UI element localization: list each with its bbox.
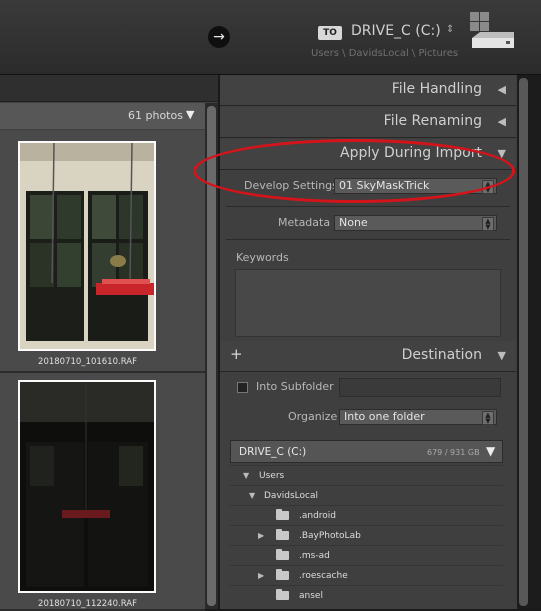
metadata-dropdown[interactable]: None ▲ ▼ [334,215,497,231]
file-renaming-title: File Renaming [383,113,482,129]
add-folder-plus-icon[interactable]: + [230,345,243,363]
highlight-ellipse-annotation [193,139,515,203]
settings-scrollbar-thumb[interactable] [519,78,528,606]
tree-item-label: Users [259,471,285,481]
divider [226,239,510,240]
grid-toolbar [0,75,218,102]
to-badge: TO [318,26,342,40]
destination-path: Users \ DavidsLocal \ Pictures [311,48,459,59]
organize-dropdown[interactable]: Into one folder ▲ ▼ [339,409,497,425]
tree-item-label: .ms-ad [299,551,330,561]
photo-cell[interactable]: 20180710_101610.RAF [0,130,205,373]
tree-item-android[interactable]: .android [230,505,503,526]
tree-item-bayphotolab[interactable]: ▶ .BayPhotoLab [230,525,503,546]
folder-icon [276,569,289,580]
tree-item-label: DavidsLocal [264,491,318,501]
destination-header[interactable]: + Destination ▼ [220,341,516,372]
tree-item-label: ansel [299,591,323,601]
forward-arrow-icon[interactable]: → [208,26,230,48]
collapse-arrow-icon[interactable]: ◀ [498,115,506,128]
destination-drive-name[interactable]: DRIVE_C (C:) [351,23,441,39]
subfolder-name-input[interactable] [339,378,501,397]
tree-item-ms-ad[interactable]: .ms-ad [230,545,503,566]
drive-menu-arrow-icon[interactable]: ▼ [486,444,495,458]
into-subfolder-checkbox[interactable] [237,382,248,393]
dropdown-arrows-icon: ▲ ▼ [482,217,494,231]
file-handling-title: File Handling [391,81,482,97]
folder-icon [276,529,289,540]
hard-drive-icon [470,12,514,48]
photo-filename: 20180710_112240.RAF [38,599,137,609]
tree-expander-icon[interactable]: ▶ [258,531,264,540]
sort-menu-arrow-icon[interactable]: ▼ [186,108,194,121]
photo-thumbnail[interactable] [18,380,156,593]
tree-expander-icon[interactable]: ▼ [243,471,249,480]
metadata-label: Metadata [278,216,331,229]
tree-item-davidslocal[interactable]: ▼ DavidsLocal [230,485,503,506]
destination-title: Destination [401,347,482,363]
photo-hummingbird-feeder-dusk [20,382,154,591]
photo-hummingbird-feeder-day [20,142,156,349]
organize-label: Organize [288,410,338,423]
drive-space: 679 / 931 GB [427,448,480,457]
tree-item-label: .android [299,511,337,521]
keywords-input[interactable] [235,269,501,337]
drive-bar-label: DRIVE_C (C:) [239,446,307,458]
photo-count: 61 photos [128,109,183,122]
tree-item-users[interactable]: ▼ Users [230,465,503,486]
import-header [0,0,541,75]
folder-icon [276,589,289,600]
drive-select-arrows-icon[interactable]: ⇕ [446,24,454,35]
tree-item-ansel[interactable]: ansel [230,585,503,610]
photo-cell[interactable]: 20180710_112240.RAF [0,373,205,611]
tree-expander-icon[interactable]: ▶ [258,571,264,580]
photo-filename: 20180710_101610.RAF [38,357,137,367]
tree-item-label: .roescache [299,571,348,581]
metadata-value: None [339,216,368,229]
file-renaming-header[interactable]: File Renaming ◀ [220,107,516,138]
tree-expander-icon[interactable]: ▼ [249,491,255,500]
into-subfolder-label: Into Subfolder [256,380,334,393]
collapse-arrow-icon[interactable]: ◀ [498,83,506,96]
file-handling-header[interactable]: File Handling ◀ [220,75,516,106]
tree-item-roescache[interactable]: ▶ .roescache [230,565,503,586]
tree-item-label: .BayPhotoLab [299,531,361,541]
keywords-label: Keywords [236,251,289,264]
folder-icon [276,549,289,560]
dropdown-arrows-icon: ▲ ▼ [482,411,494,425]
expand-arrow-icon[interactable]: ▼ [498,349,506,362]
organize-value: Into one folder [344,410,425,423]
folder-icon [276,509,289,520]
destination-drive-bar[interactable]: DRIVE_C (C:) 679 / 931 GB ▼ [230,440,503,463]
photo-thumbnail[interactable] [18,141,156,351]
